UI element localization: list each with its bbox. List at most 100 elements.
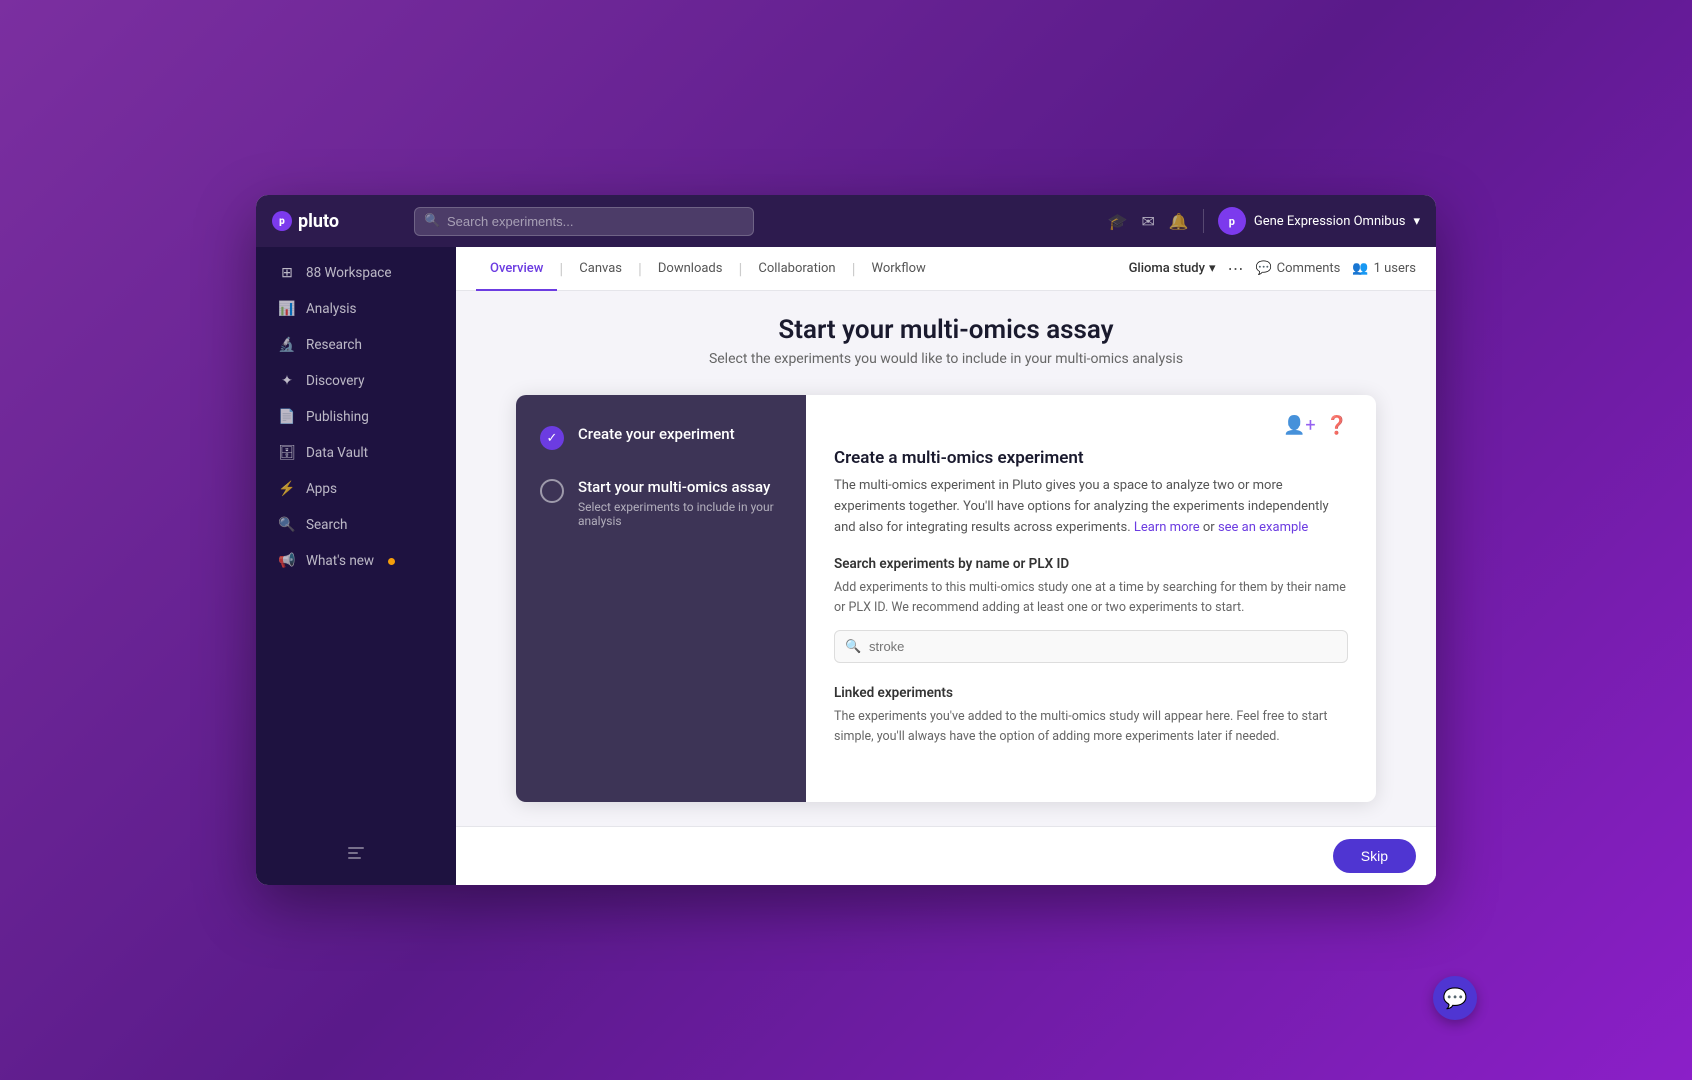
sidebar-item-label: Search xyxy=(306,517,347,533)
search-section-desc: Add experiments to this multi-omics stud… xyxy=(834,578,1348,618)
section-desc: The multi-omics experiment in Pluto give… xyxy=(834,476,1348,538)
sidebar-item-label: Publishing xyxy=(306,409,369,425)
page-subtitle: Select the experiments you would like to… xyxy=(709,351,1183,367)
sidebar: ⊞ 88 Workspace 📊 Analysis 🔬 Research ✦ D… xyxy=(256,247,456,885)
logo-icon: p xyxy=(272,211,292,231)
chevron-down-icon: ▾ xyxy=(1209,261,1216,276)
divider xyxy=(1203,209,1204,233)
page-title: Start your multi-omics assay xyxy=(778,315,1113,345)
search-nav-icon: 🔍 xyxy=(278,517,296,533)
sidebar-item-analysis[interactable]: 📊 Analysis xyxy=(262,292,450,326)
experiment-search-input[interactable] xyxy=(834,630,1348,663)
tab-overview[interactable]: Overview xyxy=(476,247,557,291)
tab-collaboration[interactable]: Collaboration xyxy=(744,247,849,291)
main-area: ⊞ 88 Workspace 📊 Analysis 🔬 Research ✦ D… xyxy=(256,247,1436,885)
comments-label: Comments xyxy=(1277,261,1341,276)
sidebar-item-research[interactable]: 🔬 Research xyxy=(262,328,450,362)
logo: p pluto xyxy=(272,211,402,232)
add-user-icon[interactable]: 👤+ xyxy=(1283,415,1316,436)
right-panel: 👤+ ❓ Create a multi-omics experiment The… xyxy=(806,395,1376,802)
linked-section-desc: The experiments you've added to the mult… xyxy=(834,707,1348,747)
graduation-icon[interactable]: 🎓 xyxy=(1108,212,1128,231)
publishing-icon: 📄 xyxy=(278,409,296,425)
left-panel: ✓ Create your experiment Start your mult… xyxy=(516,395,806,802)
avatar: p xyxy=(1218,207,1246,235)
see-example-link[interactable]: see an example xyxy=(1218,520,1308,535)
divider: | xyxy=(738,259,742,278)
logo-text: pluto xyxy=(298,211,339,232)
sidebar-item-label: Data Vault xyxy=(306,445,368,461)
divider: | xyxy=(638,259,642,278)
step-create-experiment: ✓ Create your experiment xyxy=(540,425,782,450)
step-label-wrap: Start your multi-omics assay Select expe… xyxy=(578,478,782,528)
more-options-button[interactable]: ⋯ xyxy=(1227,259,1243,278)
search-input-icon: 🔍 xyxy=(845,639,861,654)
sidebar-item-publishing[interactable]: 📄 Publishing xyxy=(262,400,450,434)
top-right: 🎓 ✉ 🔔 p Gene Expression Omnibus ▾ xyxy=(1108,207,1420,235)
users-icon: 👥 xyxy=(1352,261,1368,276)
apps-icon: ⚡ xyxy=(278,481,296,497)
search-section-label: Search experiments by name or PLX ID xyxy=(834,556,1348,572)
tab-canvas[interactable]: Canvas xyxy=(565,247,636,291)
collapse-sidebar-button[interactable] xyxy=(262,837,450,869)
tab-downloads[interactable]: Downloads xyxy=(644,247,737,291)
topbar: p pluto 🔍 🎓 ✉ 🔔 p Gene Expression Omnibu… xyxy=(256,195,1436,247)
experiment-search-wrap: 🔍 xyxy=(834,630,1348,663)
analysis-icon: 📊 xyxy=(278,301,296,317)
search-bar[interactable]: 🔍 xyxy=(414,207,754,236)
step-label: Create your experiment xyxy=(578,425,735,443)
sidebar-item-whats-new[interactable]: 📢 What's new xyxy=(262,544,450,578)
users-label: 1 users xyxy=(1374,261,1416,276)
skip-button[interactable]: Skip xyxy=(1333,839,1416,873)
study-name-text: Glioma study xyxy=(1129,261,1205,276)
sidebar-item-label: Discovery xyxy=(306,373,364,389)
sidebar-item-discovery[interactable]: ✦ Discovery xyxy=(262,364,450,398)
step-label-wrap: Create your experiment xyxy=(578,425,735,443)
divider: | xyxy=(852,259,856,278)
tab-workflow[interactable]: Workflow xyxy=(858,247,940,291)
chevron-down-icon: ▾ xyxy=(1413,214,1420,229)
sub-nav-right: Glioma study ▾ ⋯ 💬 Comments 👥 1 users xyxy=(1129,259,1416,278)
sub-nav: Overview | Canvas | Downloads | Collabor… xyxy=(456,247,1436,291)
step-radio-icon xyxy=(540,479,564,503)
discovery-icon: ✦ xyxy=(278,373,296,389)
study-name[interactable]: Glioma study ▾ xyxy=(1129,261,1216,276)
sidebar-item-workspace[interactable]: ⊞ 88 Workspace xyxy=(262,256,450,290)
bottom-bar: Skip xyxy=(456,826,1436,885)
notification-dot xyxy=(388,558,395,565)
whats-new-icon: 📢 xyxy=(278,553,296,569)
sidebar-item-label: Analysis xyxy=(306,301,357,317)
step-sublabel: Select experiments to include in your an… xyxy=(578,500,782,528)
linked-section-label: Linked experiments xyxy=(834,685,1348,701)
step-start-assay: Start your multi-omics assay Select expe… xyxy=(540,478,782,528)
divider: | xyxy=(559,259,563,278)
section-title: Create a multi-omics experiment xyxy=(834,448,1348,468)
sidebar-item-label: What's new xyxy=(306,553,374,569)
learn-more-link[interactable]: Learn more xyxy=(1134,520,1200,535)
two-panel: ✓ Create your experiment Start your mult… xyxy=(516,395,1376,802)
user-name: Gene Expression Omnibus xyxy=(1254,214,1406,229)
sidebar-bottom xyxy=(256,829,456,877)
user-badge[interactable]: p Gene Expression Omnibus ▾ xyxy=(1218,207,1420,235)
comments-button[interactable]: 💬 Comments xyxy=(1255,261,1340,276)
step-check-icon: ✓ xyxy=(540,426,564,450)
sidebar-item-label: 88 Workspace xyxy=(306,265,392,281)
data-vault-icon: 🗄 xyxy=(278,445,296,461)
search-icon: 🔍 xyxy=(424,214,440,229)
search-input[interactable] xyxy=(414,207,754,236)
main-content: Start your multi-omics assay Select the … xyxy=(456,291,1436,826)
comment-icon: 💬 xyxy=(1255,261,1271,276)
sidebar-item-label: Research xyxy=(306,337,362,353)
help-icon[interactable]: ❓ xyxy=(1326,415,1348,436)
panel-icons-row: 👤+ ❓ xyxy=(834,415,1348,436)
step-label: Start your multi-omics assay xyxy=(578,478,782,496)
sidebar-item-data-vault[interactable]: 🗄 Data Vault xyxy=(262,436,450,470)
mail-icon[interactable]: ✉ xyxy=(1142,212,1155,231)
content-area: Overview | Canvas | Downloads | Collabor… xyxy=(456,247,1436,885)
sidebar-item-apps[interactable]: ⚡ Apps xyxy=(262,472,450,506)
sidebar-item-search[interactable]: 🔍 Search xyxy=(262,508,450,542)
workspace-icon: ⊞ xyxy=(278,265,296,281)
chat-button[interactable]: 💬 xyxy=(1433,976,1477,1020)
users-button[interactable]: 👥 1 users xyxy=(1352,261,1416,276)
bell-icon[interactable]: 🔔 xyxy=(1169,212,1189,231)
